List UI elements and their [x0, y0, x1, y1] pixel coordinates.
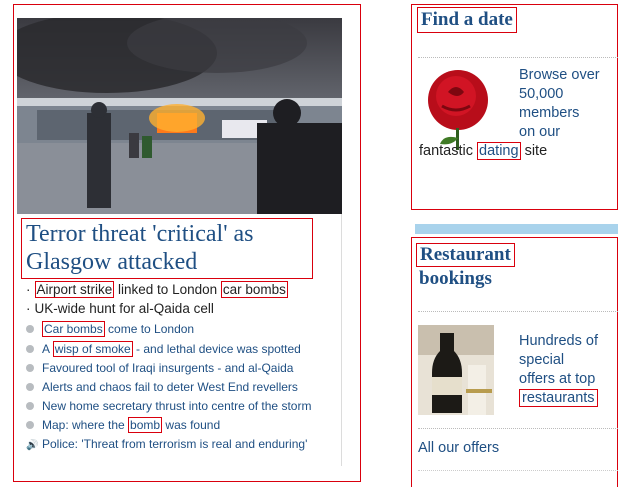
promo-line: Hundreds of: [519, 333, 598, 349]
link-highlight[interactable]: Car bombs: [42, 321, 105, 337]
bullet-dot-icon: [26, 344, 34, 353]
news-photo[interactable]: [17, 18, 342, 214]
link-car-bombs[interactable]: car bombs: [220, 281, 288, 298]
find-a-date-title[interactable]: Find a date: [417, 7, 517, 33]
link-text: New home secretary thrust into centre of…: [42, 399, 312, 413]
divider: [418, 428, 618, 429]
separator-bar: [415, 224, 618, 234]
promo-line: Browse over: [519, 67, 600, 83]
promo-line: fantastic: [419, 143, 478, 159]
bullet-dot-icon: [26, 401, 34, 410]
link-highlight[interactable]: wisp of smoke: [52, 341, 133, 357]
divider: [418, 311, 618, 312]
restaurant-bookings-title[interactable]: Restaurant bookings: [416, 243, 515, 291]
related-link[interactable]: A wisp of smoke - and lethal device was …: [26, 341, 301, 358]
link-airport-strike[interactable]: Airport strike: [34, 281, 115, 298]
dating-link[interactable]: dating: [477, 142, 521, 160]
divider: [418, 57, 618, 58]
link-text: Police: 'Threat from terrorism is real a…: [42, 437, 308, 451]
promo-line: special: [519, 352, 565, 368]
link-text: Alerts and chaos fail to deter West End …: [42, 380, 298, 394]
headline-line-1: Terror threat 'critical' as: [26, 221, 254, 247]
bullet-dot-icon: [26, 382, 34, 391]
headline-line-2: Glasgow attacked: [26, 249, 198, 275]
promo-line: site: [520, 143, 548, 159]
link-text: come to London: [104, 322, 195, 336]
headline-link[interactable]: Terror threat 'critical' as Glasgow atta…: [21, 218, 313, 279]
bullet-dash: ·: [26, 282, 31, 297]
promo-line: on our: [519, 124, 561, 140]
bullet-text: UK-wide hunt for al-Qaida cell: [34, 301, 214, 316]
link-text: - and lethal device was spotted: [132, 342, 301, 356]
rose-image[interactable]: [420, 62, 492, 152]
link-highlight[interactable]: bomb: [128, 417, 163, 433]
related-link[interactable]: Alerts and chaos fail to deter West End …: [26, 379, 298, 396]
promo-line: 50,000: [519, 86, 564, 102]
bullet-dot-icon: [26, 420, 34, 429]
bullet-dot-icon: [26, 324, 34, 333]
link-text: Map: where the: [42, 418, 129, 432]
link-text: was found: [162, 418, 221, 432]
related-link[interactable]: New home secretary thrust into centre of…: [26, 398, 311, 415]
link-text: A: [42, 342, 53, 356]
link-text: Favoured tool of Iraqi insurgents - and …: [42, 361, 294, 375]
restaurant-image[interactable]: [418, 325, 494, 415]
related-link[interactable]: Favoured tool of Iraqi insurgents - and …: [26, 360, 293, 377]
bullet-text: linked to London: [114, 282, 221, 297]
promo-line: members: [519, 105, 580, 121]
all-offers-link[interactable]: All our offers: [418, 440, 499, 456]
bullet-dot-icon: [26, 363, 34, 372]
bullet-dash: ·: [26, 301, 31, 316]
related-link[interactable]: 🔊 Police: 'Threat from terrorism is real …: [26, 436, 307, 453]
restaurant-promo: Hundreds of special offers at top restau…: [519, 332, 618, 408]
promo-line: offers at top: [519, 371, 596, 387]
related-link[interactable]: Map: where the bomb was found: [26, 417, 220, 434]
title-line-1: Restaurant: [416, 243, 515, 267]
restaurants-link[interactable]: restaurants: [519, 389, 598, 407]
divider: [418, 470, 618, 471]
title-line-2: bookings: [419, 268, 492, 289]
speaker-icon: 🔊: [26, 440, 39, 451]
sub-bullet-airport[interactable]: · Airport strike linked to London car bom…: [26, 281, 288, 298]
sub-bullet-hunt[interactable]: · UK-wide hunt for al-Qaida cell: [26, 301, 214, 316]
related-link[interactable]: Car bombs come to London: [26, 321, 194, 338]
